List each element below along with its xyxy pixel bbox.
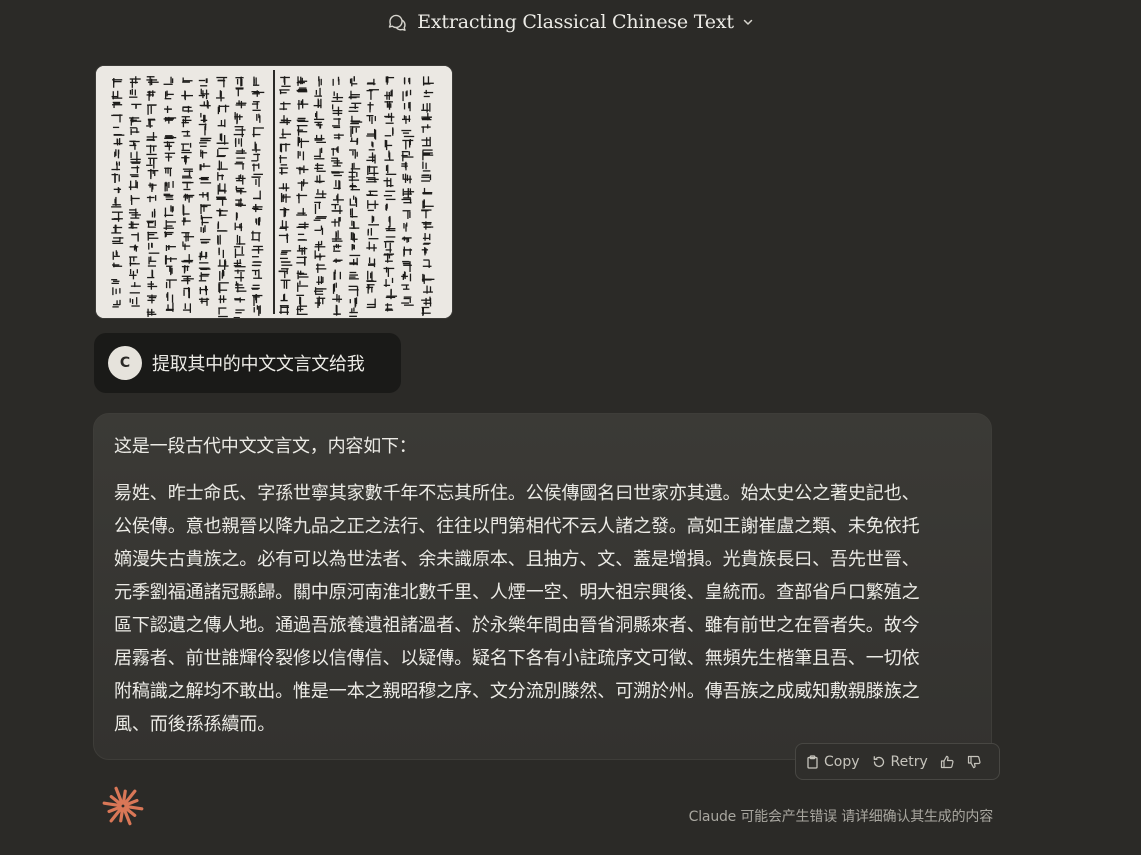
user-message: C 提取其中的中文文言文给我 bbox=[94, 333, 401, 393]
retry-label: Retry bbox=[890, 753, 928, 770]
thumbs-down-button[interactable] bbox=[967, 755, 982, 769]
copy-button[interactable]: Copy bbox=[806, 754, 860, 770]
uploaded-manuscript-image[interactable] bbox=[96, 66, 452, 318]
copy-label: Copy bbox=[824, 753, 860, 770]
chat-title: Extracting Classical Chinese Text bbox=[417, 11, 734, 33]
retry-button[interactable]: Retry bbox=[872, 754, 928, 770]
retry-icon bbox=[872, 755, 886, 769]
claude-spark-icon bbox=[102, 785, 144, 827]
chevron-down-icon bbox=[742, 16, 754, 28]
chat-bubbles-icon bbox=[387, 12, 407, 32]
user-message-text: 提取其中的中文文言文给我 bbox=[152, 354, 365, 375]
thumbs-down-icon bbox=[967, 755, 982, 769]
clipboard-icon bbox=[806, 754, 819, 769]
disclaimer-text: Claude 可能会产生错误 请详细确认其生成的内容 bbox=[688, 809, 994, 825]
user-avatar[interactable]: C bbox=[108, 346, 142, 380]
thumbs-up-icon bbox=[940, 755, 955, 769]
message-action-bar: Copy Retry bbox=[795, 743, 1000, 780]
assistant-message: 这是一段古代中文文言文，内容如下： 昜姓、昨士命氏、字孫世寧其家數千年不忘其所住… bbox=[93, 413, 992, 760]
chat-title-menu[interactable]: Extracting Classical Chinese Text bbox=[0, 8, 1141, 36]
assistant-intro-text: 这是一段古代中文文言文，内容如下： bbox=[114, 436, 417, 457]
assistant-classical-text: 昜姓、昨士命氏、字孫世寧其家數千年不忘其所住。公侯傳國名曰世家亦其遺。始太史公之… bbox=[114, 483, 920, 735]
thumbs-up-button[interactable] bbox=[940, 755, 955, 769]
